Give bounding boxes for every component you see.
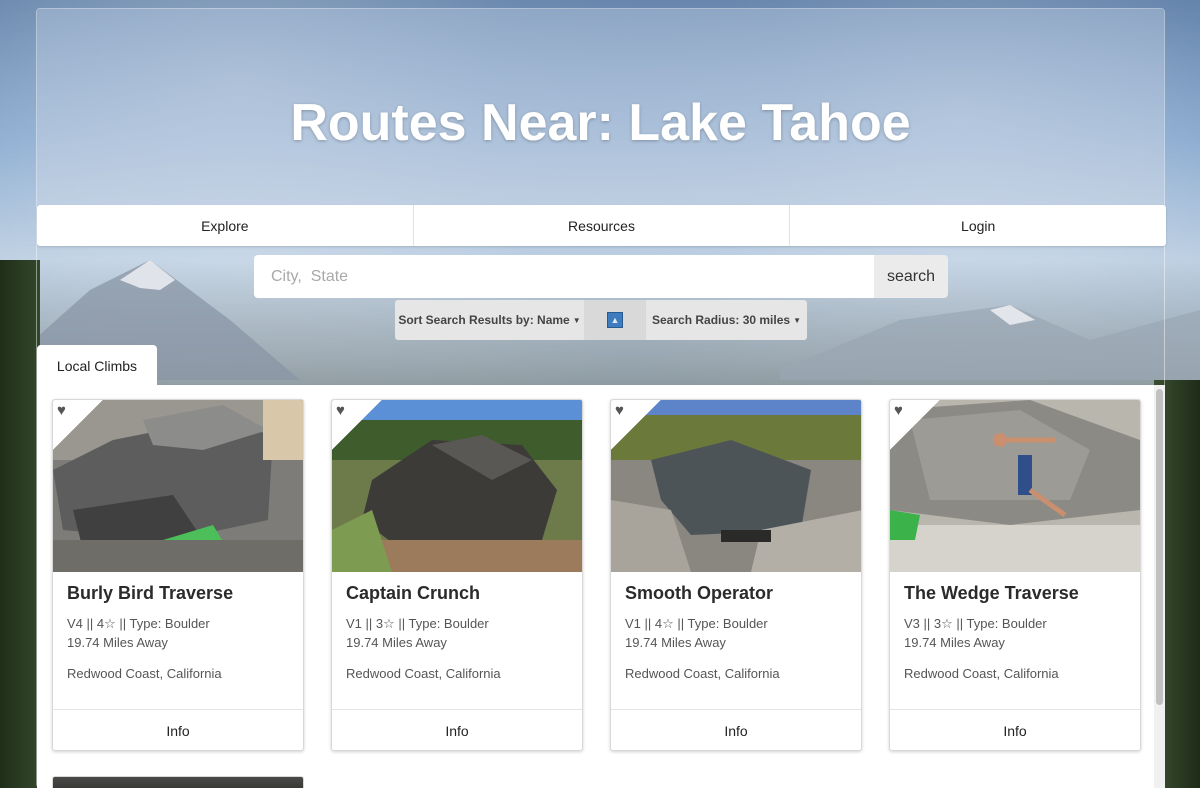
route-grade: V4 || 4 <box>67 616 105 631</box>
route-grade: V1 || 4 <box>625 616 663 631</box>
route-location: Redwood Coast, California <box>625 666 780 681</box>
heart-icon: ♥ <box>57 402 66 419</box>
favorite-button[interactable]: ♥ <box>611 400 661 450</box>
route-photo: ♥ <box>890 400 1140 572</box>
info-button[interactable]: Info <box>53 709 303 750</box>
caret-down-icon: ▼ <box>572 315 581 325</box>
tab-local-climbs[interactable]: Local Climbs <box>37 345 157 386</box>
route-type: || Type: Boulder <box>677 616 768 631</box>
favorite-button[interactable]: ♥ <box>53 400 103 450</box>
info-button[interactable]: Info <box>611 709 861 750</box>
nav-explore[interactable]: Explore <box>37 205 414 246</box>
caret-down-icon: ▼ <box>793 315 801 325</box>
route-card-partial <box>52 776 304 788</box>
route-photo: ♥ <box>332 400 582 572</box>
route-card: ♥ The Wedge Traverse V3 || 3☆ || Type: B… <box>889 399 1141 751</box>
route-meta: V1 || 4☆ || Type: Boulder 19.74 Miles Aw… <box>625 614 768 652</box>
results-panel: ♥ Burly Bird Traverse V4 || 4☆ || Type: … <box>37 385 1154 788</box>
route-name: Captain Crunch <box>346 583 481 603</box>
page-title: Routes Near: Lake Tahoe <box>290 94 911 152</box>
route-type: || Type: Boulder <box>398 616 489 631</box>
search-radius-dropdown[interactable]: Search Radius: 30 miles ▼ <box>646 300 807 340</box>
route-card: ♥ Captain Crunch V1 || 3☆ || Type: Bould… <box>331 399 583 751</box>
route-meta: V4 || 4☆ || Type: Boulder 19.74 Miles Aw… <box>67 614 210 652</box>
route-location: Redwood Coast, California <box>904 666 1059 681</box>
nav-resources[interactable]: Resources <box>414 205 791 246</box>
route-grade: V3 || 3 <box>904 616 942 631</box>
top-navbar: Explore Resources Login <box>37 205 1166 246</box>
route-photo: ♥ <box>611 400 861 572</box>
heart-icon: ♥ <box>894 402 903 419</box>
sort-by-dropdown[interactable]: Sort Search Results by: Name ▼ <box>395 300 584 340</box>
favorite-button[interactable]: ♥ <box>890 400 940 450</box>
location-search-input[interactable] <box>254 255 874 298</box>
route-type: || Type: Boulder <box>956 616 1047 631</box>
background-trees-left <box>0 260 40 788</box>
route-name: Smooth Operator <box>625 583 774 603</box>
search-bar: search <box>254 255 948 298</box>
route-location: Redwood Coast, California <box>67 666 222 681</box>
hero-banner: Routes Near: Lake Tahoe <box>37 9 1164 205</box>
sort-toolbar: Sort Search Results by: Name ▼ ▲ Search … <box>395 300 807 340</box>
route-card: ♥ Burly Bird Traverse V4 || 4☆ || Type: … <box>52 399 304 751</box>
route-distance: 19.74 Miles Away <box>625 635 726 650</box>
route-card: ♥ Smooth Operator V1 || 4☆ || Type: Boul… <box>610 399 862 751</box>
star-outline-icon: ☆ <box>941 616 953 631</box>
info-button[interactable]: Info <box>890 709 1140 750</box>
route-name: The Wedge Traverse <box>904 583 1079 603</box>
route-type: || Type: Boulder <box>119 616 210 631</box>
sort-ascending-icon: ▲ <box>607 312 623 328</box>
route-location: Redwood Coast, California <box>346 666 501 681</box>
star-outline-icon: ☆ <box>383 616 395 631</box>
route-distance: 19.74 Miles Away <box>346 635 447 650</box>
route-distance: 19.74 Miles Away <box>904 635 1005 650</box>
route-grade: V1 || 3 <box>346 616 384 631</box>
heart-icon: ♥ <box>615 402 624 419</box>
route-photo: ♥ <box>53 400 303 572</box>
heart-icon: ♥ <box>336 402 345 419</box>
route-distance: 19.74 Miles Away <box>67 635 168 650</box>
sort-direction-button[interactable]: ▲ <box>584 300 646 340</box>
nav-login[interactable]: Login <box>790 205 1166 246</box>
search-radius-label: Search Radius: 30 miles <box>652 313 791 327</box>
sort-by-label: Sort Search Results by: Name <box>398 313 570 327</box>
favorite-button[interactable]: ♥ <box>332 400 382 450</box>
star-outline-icon: ☆ <box>662 616 674 631</box>
scroll-thumb[interactable] <box>1156 389 1163 705</box>
info-button[interactable]: Info <box>332 709 582 750</box>
main-container: Routes Near: Lake Tahoe Explore Resource… <box>36 8 1166 788</box>
results-scrollbar[interactable] <box>1154 385 1165 788</box>
route-meta: V3 || 3☆ || Type: Boulder 19.74 Miles Aw… <box>904 614 1047 652</box>
star-outline-icon: ☆ <box>104 616 116 631</box>
route-name: Burly Bird Traverse <box>67 583 234 603</box>
route-meta: V1 || 3☆ || Type: Boulder 19.74 Miles Aw… <box>346 614 489 652</box>
search-button[interactable]: search <box>874 255 948 298</box>
